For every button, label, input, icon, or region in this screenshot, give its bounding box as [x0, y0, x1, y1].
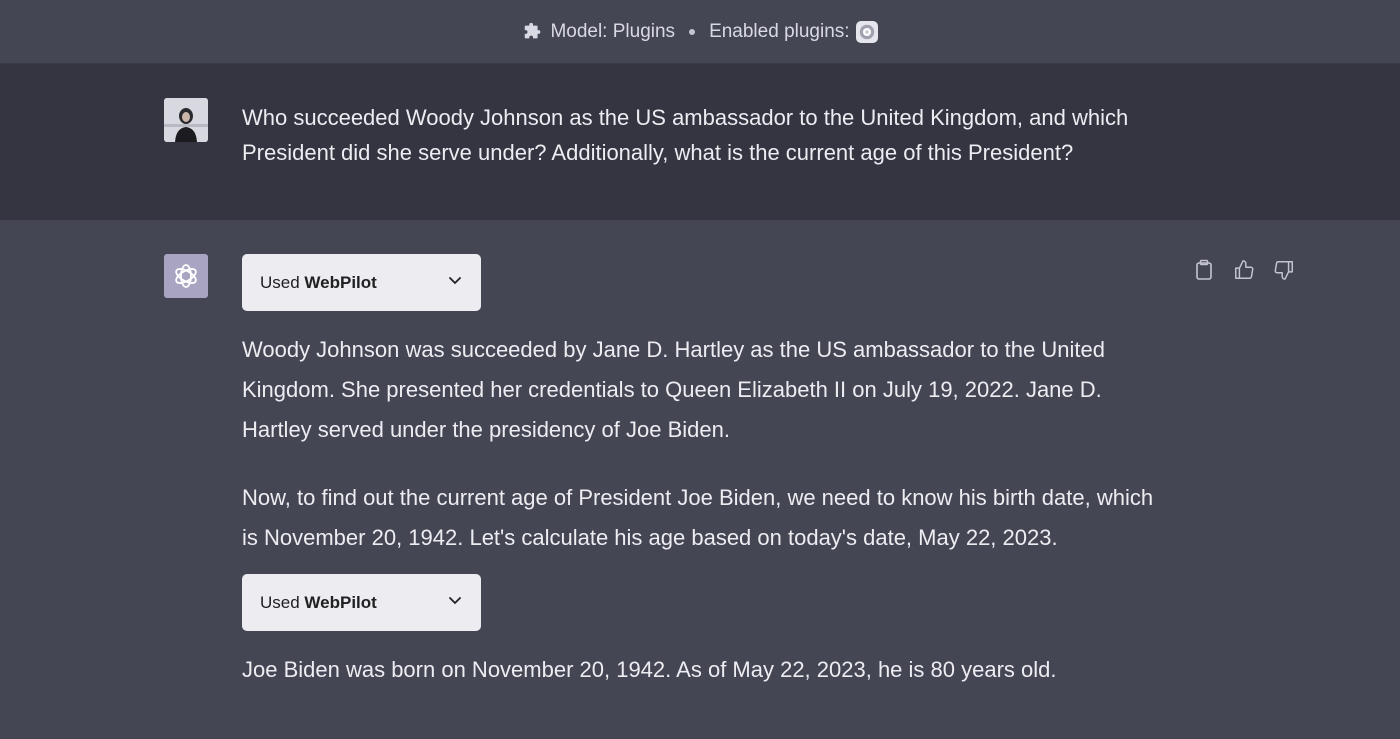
assistant-paragraph: Now, to find out the current age of Pres… — [242, 485, 1154, 550]
model-label: Model: Plugins — [550, 20, 676, 42]
plugin-call-toggle[interactable]: Used WebPilot — [242, 574, 481, 631]
assistant-message-row: Used WebPilot Woody Johnson was succeede… — [0, 220, 1400, 739]
chatgpt-logo-icon — [164, 254, 208, 298]
thumbs-down-icon[interactable] — [1272, 258, 1296, 282]
user-message-text: Who succeeded Woody Johnson as the US am… — [242, 105, 1129, 165]
chevron-down-icon — [447, 272, 463, 293]
plugin-call-label: Used WebPilot — [260, 592, 377, 612]
clipboard-icon[interactable] — [1192, 258, 1216, 282]
user-message-row: Who succeeded Woody Johnson as the US am… — [0, 64, 1400, 220]
plugin-call-toggle[interactable]: Used WebPilot — [242, 254, 481, 311]
enabled-plugins-label: Enabled plugins: — [709, 20, 850, 42]
top-bar: Model: Plugins Enabled plugins: — [0, 0, 1400, 64]
plugin-logo-icon[interactable] — [855, 20, 878, 43]
user-avatar — [164, 98, 208, 142]
puzzle-icon — [522, 21, 544, 43]
chevron-down-icon — [447, 592, 463, 613]
separator-dot — [689, 28, 696, 35]
assistant-paragraph: Woody Johnson was succeeded by Jane D. H… — [242, 337, 1105, 442]
plugin-call-label: Used WebPilot — [260, 272, 377, 292]
message-actions — [1192, 258, 1296, 282]
assistant-paragraph: Joe Biden was born on November 20, 1942.… — [242, 657, 1057, 682]
thumbs-up-icon[interactable] — [1232, 258, 1256, 282]
